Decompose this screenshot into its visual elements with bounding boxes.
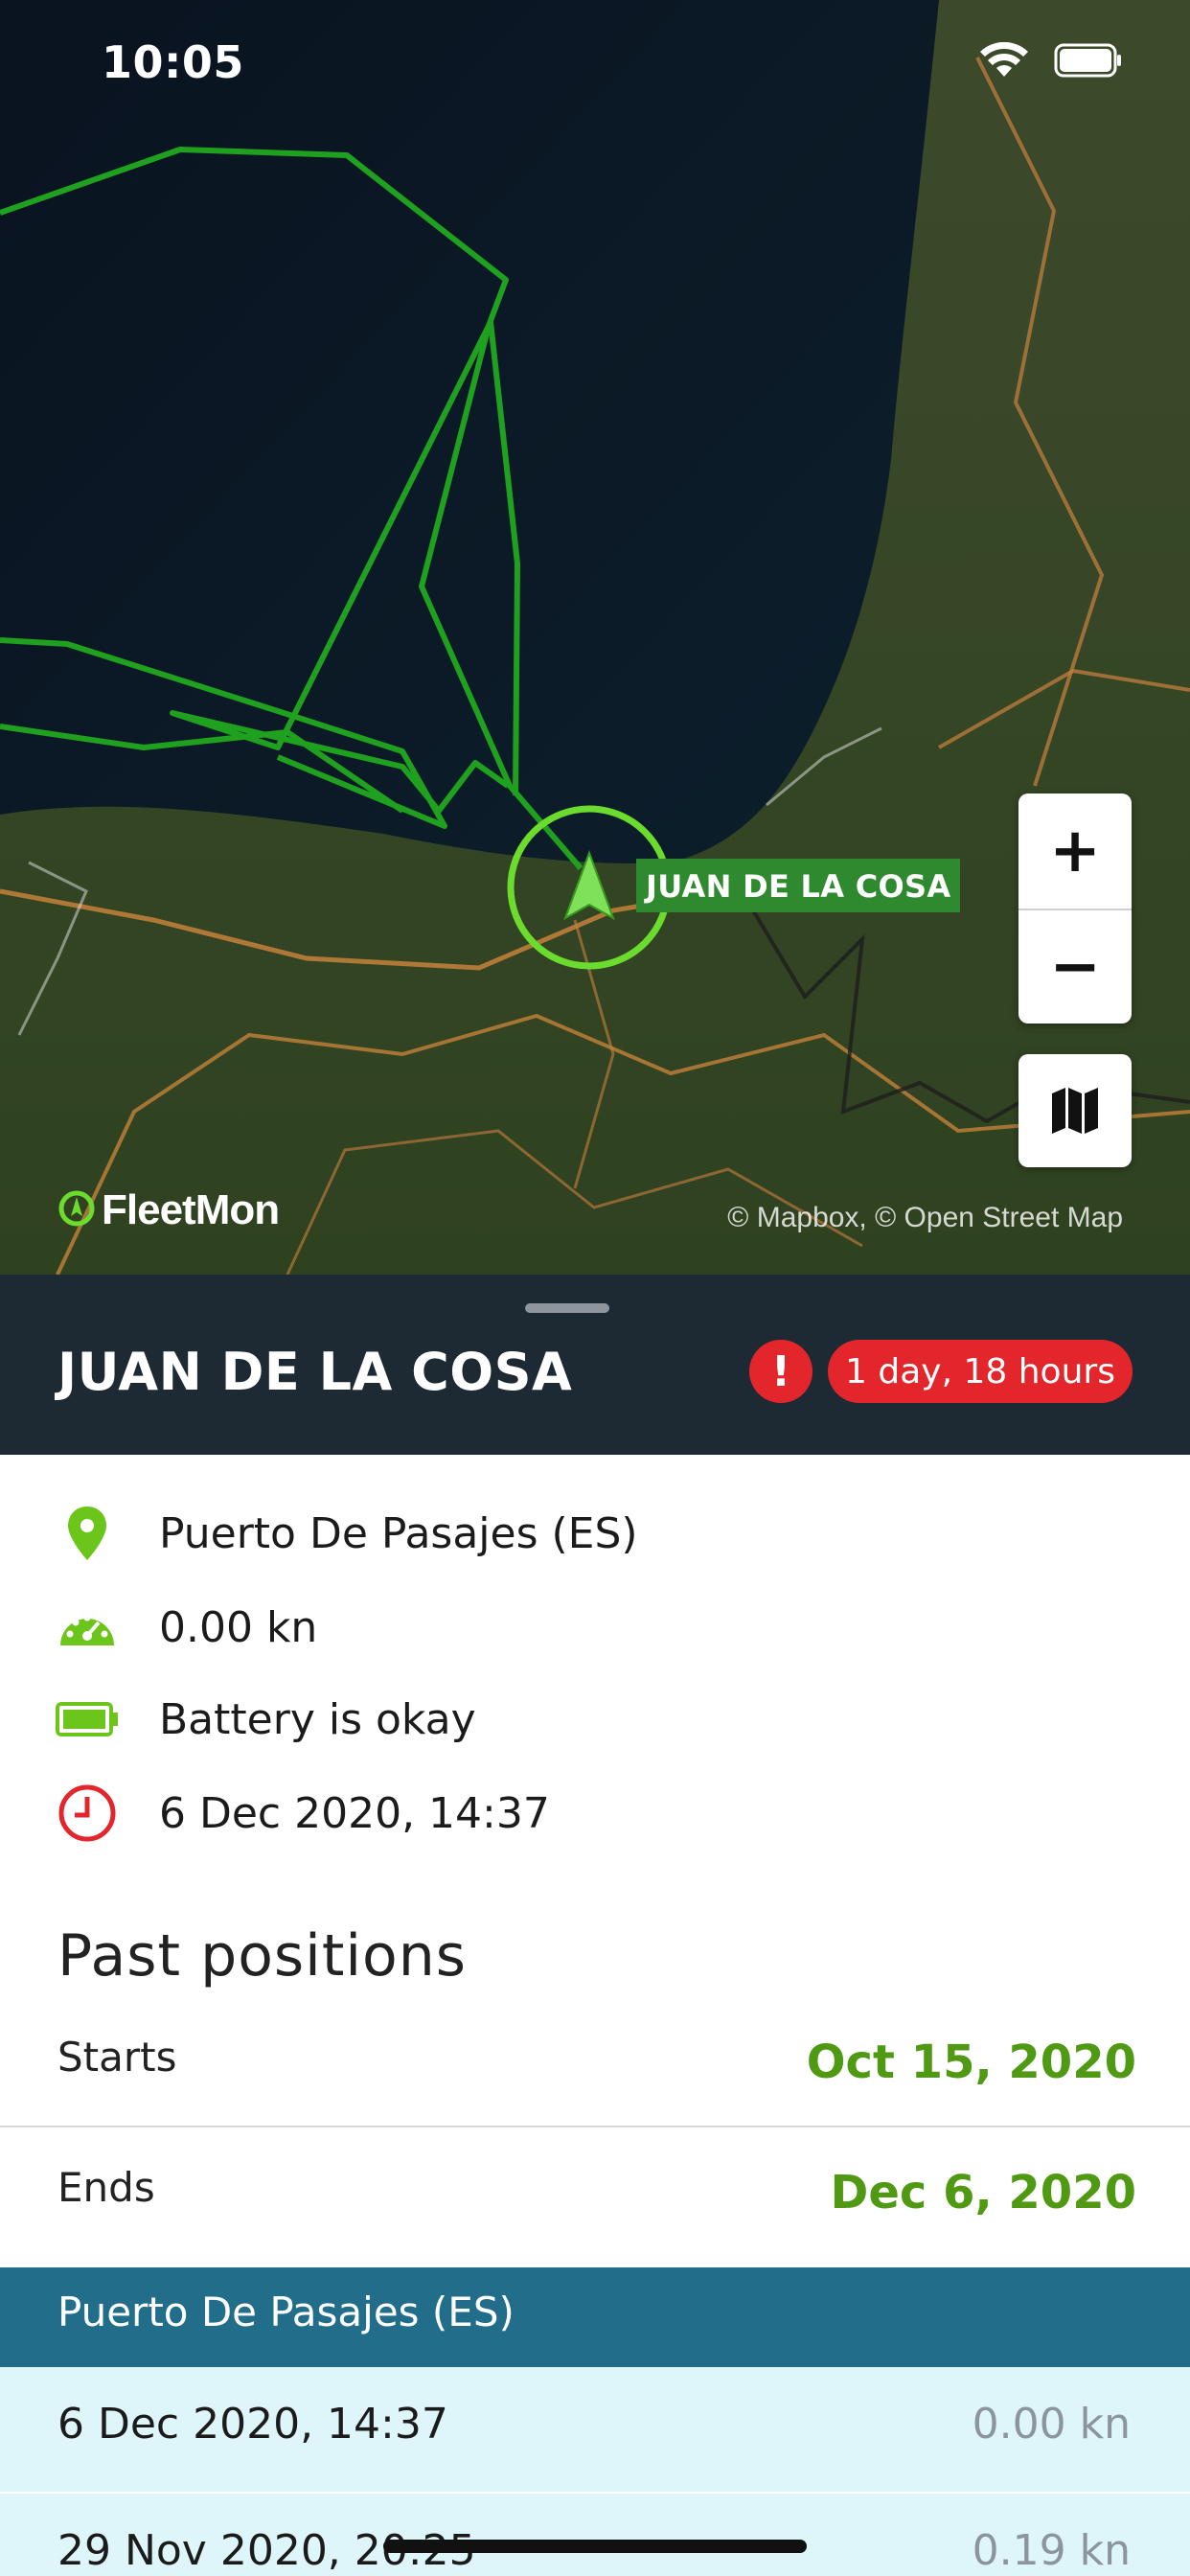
- fleetmon-logo-icon: [57, 1189, 96, 1231]
- vessel-info-panel: Puerto De Pasajes (ES) 0.00 kn Battery i: [0, 1455, 1190, 2267]
- location-text: Puerto De Pasajes (ES): [159, 1508, 638, 1558]
- zoom-in-button[interactable]: +: [1018, 794, 1132, 908]
- positions-group-header: Puerto De Pasajes (ES): [0, 2267, 1190, 2367]
- logo-text: FleetMon: [102, 1186, 280, 1233]
- group-header-label: Puerto De Pasajes (ES): [57, 2288, 515, 2335]
- map-icon: [1048, 1082, 1102, 1139]
- position-speed: 0.00 kn: [972, 2400, 1131, 2449]
- ends-row[interactable]: Ends Dec 6, 2020: [0, 2137, 1190, 2262]
- status-icons: [979, 42, 1123, 79]
- home-indicator[interactable]: [383, 2540, 807, 2553]
- map-layers-button[interactable]: [1018, 1054, 1132, 1167]
- zoom-controls: + −: [1018, 794, 1132, 1024]
- past-positions-title: Past positions: [57, 1922, 468, 1990]
- info-location-row: Puerto De Pasajes (ES): [0, 1495, 1190, 1572]
- ends-label: Ends: [57, 2164, 155, 2211]
- position-speed: 0.19 kn: [972, 2526, 1131, 2575]
- position-date: 6 Dec 2020, 14:37: [57, 2400, 448, 2449]
- battery-text: Battery is okay: [159, 1694, 476, 1744]
- starts-row[interactable]: Starts Oct 15, 2020: [0, 2007, 1190, 2131]
- ends-value[interactable]: Dec 6, 2020: [831, 2166, 1137, 2220]
- battery-icon: [1054, 42, 1123, 79]
- vessel-map-label[interactable]: JUAN DE LA COSA: [636, 859, 961, 912]
- location-pin-icon: [56, 1502, 119, 1565]
- alert-icon[interactable]: !: [749, 1340, 812, 1403]
- info-time-row: 6 Dec 2020, 14:37: [0, 1775, 1190, 1852]
- map-attribution[interactable]: © Mapbox, © Open Street Map: [727, 1202, 1123, 1234]
- info-speed-row: 0.00 kn: [0, 1589, 1190, 1666]
- divider: [0, 2126, 1190, 2128]
- info-battery-row: Battery is okay: [0, 1681, 1190, 1758]
- clock-icon: [56, 1782, 119, 1845]
- position-row[interactable]: 6 Dec 2020, 14:37 0.00 kn: [0, 2367, 1190, 2492]
- status-time: 10:05: [102, 36, 244, 88]
- map-view[interactable]: 10:05 JUAN DE LA COSA + − FleetMon © Map…: [0, 0, 1190, 1275]
- vessel-sheet-header[interactable]: JUAN DE LA COSA ! 1 day, 18 hours: [0, 1275, 1190, 1455]
- position-age-badge[interactable]: 1 day, 18 hours: [828, 1340, 1133, 1403]
- timestamp-text: 6 Dec 2020, 14:37: [159, 1788, 550, 1838]
- zoom-out-button[interactable]: −: [1018, 908, 1132, 1024]
- status-bar: 10:05: [0, 0, 1190, 129]
- fleetmon-logo: FleetMon: [57, 1186, 280, 1234]
- position-row[interactable]: 29 Nov 2020, 20:25 0.19 kn: [0, 2494, 1190, 2576]
- starts-value[interactable]: Oct 15, 2020: [807, 2036, 1136, 2089]
- speedometer-icon: [56, 1596, 119, 1659]
- starts-label: Starts: [57, 2034, 177, 2081]
- vessel-name-title: JUAN DE LA COSA: [57, 1342, 573, 1402]
- wifi-icon: [979, 42, 1029, 79]
- satellite-map: [0, 0, 1190, 1275]
- battery-status-icon: [56, 1688, 119, 1751]
- drag-handle[interactable]: [525, 1303, 609, 1313]
- speed-text: 0.00 kn: [159, 1602, 318, 1652]
